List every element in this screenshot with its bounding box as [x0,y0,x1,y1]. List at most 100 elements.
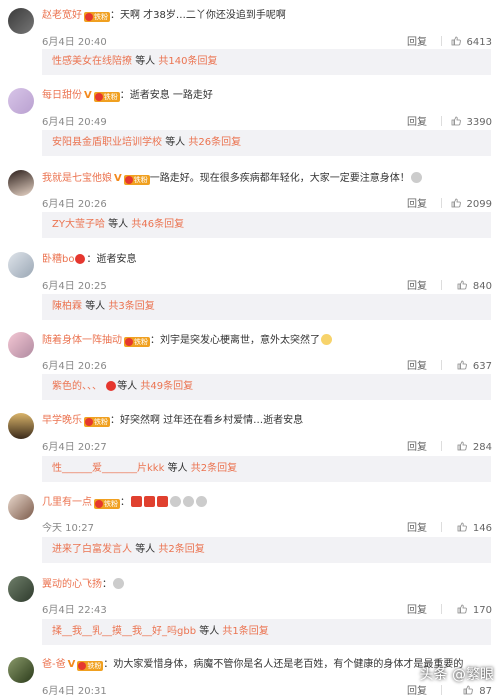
fan-badge: 铁粉 [77,661,104,671]
avatar[interactable] [8,170,34,196]
like-count: 284 [472,442,492,453]
comment-date: 6月4日 20:31 [42,686,107,697]
reply-button[interactable]: 回复 [407,113,435,128]
reply-summary[interactable]: 安阳县金盾职业培训学校 等人 共26条回复 [42,130,491,156]
vip-icon: V [67,659,76,670]
avatar[interactable] [8,8,34,34]
avatar[interactable] [8,413,34,439]
reply-summary[interactable]: 陳柏霖 等人 共3条回复 [42,294,491,320]
comment-line: 翼动的心飞扬： [42,578,125,591]
like-button[interactable]: 87 [448,685,492,697]
reply-user-link[interactable]: 性感美女在线陪撩 [52,56,132,67]
like-count: 840 [472,281,492,292]
candle-icon [144,496,155,507]
reply-user-link[interactable]: 紫色的、、、 [52,381,102,392]
like-button[interactable]: 146 [448,522,492,534]
thumbs-up-icon [451,36,461,46]
comment-text: ：逝者安息 [86,254,137,265]
divider [441,116,442,126]
comment-text: 一路走好。现在很多疾病都年轻化，大家一定要注意身体！ [149,173,410,184]
username-link[interactable]: 卧糟bo [42,254,74,265]
comment-date: 6月4日 20:25 [42,281,107,292]
reply-button[interactable]: 回复 [407,277,435,292]
reply-count-link[interactable]: 共26条回复 [188,137,241,148]
reply-button[interactable]: 回复 [407,682,435,697]
divider [441,522,442,532]
username-link[interactable]: 几里有一点 [42,497,92,508]
like-button[interactable]: 284 [448,441,492,453]
username-link[interactable]: 赵老宽好 [42,10,82,21]
avatar[interactable] [8,332,34,358]
username-link[interactable]: 我就是七宝他娘 [42,173,112,184]
comment-line: 卧糟bo ：逝者安息 [42,254,136,266]
reply-user-link[interactable]: 进来了白富发言人 [52,544,132,555]
fan-badge: 铁粉 [124,337,150,347]
comment-actions: 回复 3390 [407,113,492,128]
like-count: 170 [472,605,492,616]
comment-date: 6月4日 20:26 [42,199,107,210]
reply-user-link[interactable]: 性______爱_______片kkk [52,463,164,474]
reply-button[interactable]: 回复 [407,33,435,48]
comment-text: ：刘宇是突发心梗离世，意外太突然了 [150,335,320,346]
like-button[interactable]: 6413 [448,36,492,48]
reply-summary[interactable]: 性______爱_______片kkk 等人 共2条回复 [42,456,491,482]
avatar[interactable] [8,88,34,114]
reply-count-link[interactable]: 共46条回复 [131,219,184,230]
fan-badge: 铁粉 [84,417,110,427]
reply-user-link[interactable]: ZY大莹子哈 [52,219,105,230]
reply-equal-text: 等人 [135,56,156,67]
comment-date: 6月4日 20:49 [42,117,107,128]
like-button[interactable]: 637 [448,360,492,372]
comment-line: 随着身体一阵抽动 铁粉 ：刘宇是突发心梗离世，意外太突然了 [42,334,333,347]
reply-count-link[interactable]: 共3条回复 [108,301,154,312]
username-link[interactable]: 早学晚乐 [42,415,82,426]
candle-icon [157,496,168,507]
like-button[interactable]: 840 [448,280,492,292]
like-button[interactable]: 170 [448,604,492,616]
comment-actions: 回复 284 [407,438,492,453]
avatar[interactable] [8,252,34,278]
comment-text: ：劝大家爱惜身体，病魔不管你是名人还是老百姓，有个健康的身体才是最重要的 [103,659,464,670]
reply-button[interactable]: 回复 [407,601,435,616]
divider [441,604,442,614]
sad-face-icon [170,496,181,507]
fan-badge: 铁粉 [93,92,120,102]
candle-icon [131,496,142,507]
like-button[interactable]: 2099 [448,198,492,210]
username-link[interactable]: 每日甜份 [42,90,82,101]
reply-count-link[interactable]: 共49条回复 [140,381,193,392]
reply-count-link[interactable]: 共2条回复 [158,544,204,555]
reply-count-link[interactable]: 共1条回复 [222,626,268,637]
avatar[interactable] [8,494,34,520]
like-count: 6413 [466,37,492,48]
reply-button[interactable]: 回复 [407,357,435,372]
comment-text: ：天啊 才38岁…二丫你还没追到手呢啊 [110,10,286,21]
reply-user-link[interactable]: 揉__我__乳__摸__我__好_吗gbb [52,626,196,637]
reply-summary[interactable]: 紫色的、、、 等人 共49条回复 [42,374,491,400]
comment-text: ： [120,497,130,508]
reply-count-link[interactable]: 共140条回复 [158,56,217,67]
comment-actions: 回复 87 [407,682,492,697]
avatar[interactable] [8,576,34,602]
like-button[interactable]: 3390 [448,116,492,128]
reply-button[interactable]: 回复 [407,438,435,453]
reply-count-link[interactable]: 共2条回复 [191,463,237,474]
reply-summary[interactable]: 进来了白富发言人 等人 共2条回复 [42,537,491,563]
reply-user-link[interactable]: 陳柏霖 [52,301,82,312]
thumbs-up-icon [457,604,467,614]
comment-actions: 回复 840 [407,277,492,292]
watermark: 头条 @繁眼 [419,667,494,683]
reply-equal-text: 等人 [165,137,186,148]
reply-button[interactable]: 回复 [407,519,435,534]
reply-user-link[interactable]: 安阳县金盾职业培训学校 [52,137,162,148]
reply-summary[interactable]: 性感美女在线陪撩 等人 共140条回复 [42,49,491,75]
avatar[interactable] [8,657,34,683]
reply-equal-text: 等人 [85,301,106,312]
reply-summary[interactable]: 揉__我__乳__摸__我__好_吗gbb 等人 共1条回复 [42,619,491,645]
username-link[interactable]: 随着身体一阵抽动 [42,335,122,346]
username-link[interactable]: 翼动的心飞扬 [42,579,102,590]
comment-text: ：逝者安息 一路走好 [119,90,213,101]
reply-button[interactable]: 回复 [407,195,435,210]
username-link[interactable]: 爸-爸 [42,659,66,670]
reply-summary[interactable]: ZY大莹子哈 等人 共46条回复 [42,212,491,238]
